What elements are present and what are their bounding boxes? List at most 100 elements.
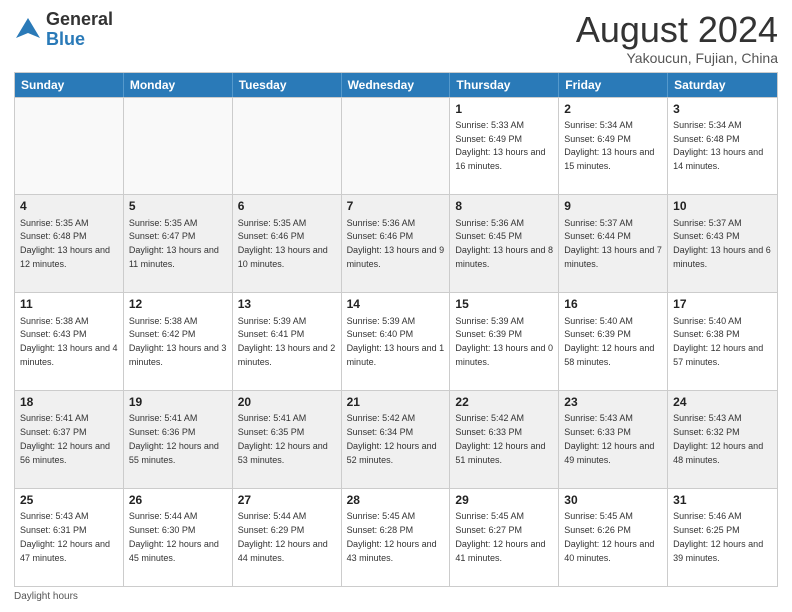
day-number: 25 (20, 492, 118, 508)
day-number: 23 (564, 394, 662, 410)
cal-header-sunday: Sunday (15, 73, 124, 97)
day-number: 11 (20, 296, 118, 312)
day-info: Sunrise: 5:38 AM Sunset: 6:42 PM Dayligh… (129, 316, 227, 367)
cal-header-friday: Friday (559, 73, 668, 97)
logo: General Blue (14, 10, 113, 50)
day-info: Sunrise: 5:36 AM Sunset: 6:46 PM Dayligh… (347, 218, 445, 269)
subtitle: Yakoucun, Fujian, China (576, 50, 778, 66)
day-number: 1 (455, 101, 553, 117)
cal-cell-4-4: 29 Sunrise: 5:45 AM Sunset: 6:27 PM Dayli… (450, 489, 559, 586)
day-info: Sunrise: 5:40 AM Sunset: 6:39 PM Dayligh… (564, 316, 654, 367)
cal-cell-1-5: 9 Sunrise: 5:37 AM Sunset: 6:44 PM Daylig… (559, 195, 668, 292)
cal-cell-4-6: 31Sunrise: 5:46 AM Sunset: 6:25 PM Dayli… (668, 489, 777, 586)
day-info: Sunrise: 5:37 AM Sunset: 6:44 PM Dayligh… (564, 218, 662, 269)
cal-cell-1-3: 7 Sunrise: 5:36 AM Sunset: 6:46 PM Daylig… (342, 195, 451, 292)
day-info: Sunrise: 5:39 AM Sunset: 6:40 PM Dayligh… (347, 316, 445, 367)
day-number: 28 (347, 492, 445, 508)
day-info: Sunrise: 5:39 AM Sunset: 6:39 PM Dayligh… (455, 316, 553, 367)
day-info: Sunrise: 5:36 AM Sunset: 6:45 PM Dayligh… (455, 218, 553, 269)
cal-cell-4-1: 26 Sunrise: 5:44 AM Sunset: 6:30 PM Dayli… (124, 489, 233, 586)
cal-cell-3-5: 23 Sunrise: 5:43 AM Sunset: 6:33 PM Dayli… (559, 391, 668, 488)
cal-cell-4-5: 30 Sunrise: 5:45 AM Sunset: 6:26 PM Dayli… (559, 489, 668, 586)
cal-cell-3-2: 20 Sunrise: 5:41 AM Sunset: 6:35 PM Dayli… (233, 391, 342, 488)
day-info: Sunrise: 5:46 AM Sunset: 6:25 PM Dayligh… (673, 511, 763, 562)
day-info: Sunrise: 5:35 AM Sunset: 6:46 PM Dayligh… (238, 218, 328, 269)
day-info: Sunrise: 5:38 AM Sunset: 6:43 PM Dayligh… (20, 316, 118, 367)
day-number: 13 (238, 296, 336, 312)
cal-cell-4-2: 27Sunrise: 5:44 AM Sunset: 6:29 PM Dayli… (233, 489, 342, 586)
cal-cell-3-0: 18 Sunrise: 5:41 AM Sunset: 6:37 PM Dayli… (15, 391, 124, 488)
day-number: 3 (673, 101, 772, 117)
calendar-header: SundayMondayTuesdayWednesdayThursdayFrid… (15, 73, 777, 97)
day-number: 12 (129, 296, 227, 312)
cal-row-0: 1 Sunrise: 5:33 AM Sunset: 6:49 PM Daylig… (15, 97, 777, 195)
day-info: Sunrise: 5:45 AM Sunset: 6:26 PM Dayligh… (564, 511, 654, 562)
day-info: Sunrise: 5:35 AM Sunset: 6:48 PM Dayligh… (20, 218, 110, 269)
day-number: 21 (347, 394, 445, 410)
day-info: Sunrise: 5:34 AM Sunset: 6:49 PM Dayligh… (564, 120, 654, 171)
day-number: 4 (20, 198, 118, 214)
cal-cell-1-4: 8Sunrise: 5:36 AM Sunset: 6:45 PM Daylig… (450, 195, 559, 292)
cal-cell-4-3: 28 Sunrise: 5:45 AM Sunset: 6:28 PM Dayli… (342, 489, 451, 586)
day-number: 7 (347, 198, 445, 214)
cal-cell-4-0: 25Sunrise: 5:43 AM Sunset: 6:31 PM Dayli… (15, 489, 124, 586)
day-info: Sunrise: 5:45 AM Sunset: 6:27 PM Dayligh… (455, 511, 545, 562)
day-number: 22 (455, 394, 553, 410)
day-number: 24 (673, 394, 772, 410)
calendar: SundayMondayTuesdayWednesdayThursdayFrid… (14, 72, 778, 587)
day-info: Sunrise: 5:45 AM Sunset: 6:28 PM Dayligh… (347, 511, 437, 562)
day-info: Sunrise: 5:43 AM Sunset: 6:33 PM Dayligh… (564, 413, 654, 464)
day-number: 5 (129, 198, 227, 214)
day-info: Sunrise: 5:43 AM Sunset: 6:32 PM Dayligh… (673, 413, 763, 464)
day-info: Sunrise: 5:42 AM Sunset: 6:33 PM Dayligh… (455, 413, 545, 464)
cal-cell-2-1: 12 Sunrise: 5:38 AM Sunset: 6:42 PM Dayli… (124, 293, 233, 390)
cal-cell-3-3: 21 Sunrise: 5:42 AM Sunset: 6:34 PM Dayli… (342, 391, 451, 488)
cal-cell-1-1: 5 Sunrise: 5:35 AM Sunset: 6:47 PM Daylig… (124, 195, 233, 292)
cal-cell-0-4: 1 Sunrise: 5:33 AM Sunset: 6:49 PM Daylig… (450, 98, 559, 195)
day-number: 10 (673, 198, 772, 214)
day-number: 18 (20, 394, 118, 410)
day-number: 30 (564, 492, 662, 508)
day-number: 26 (129, 492, 227, 508)
cal-cell-0-0 (15, 98, 124, 195)
day-info: Sunrise: 5:34 AM Sunset: 6:48 PM Dayligh… (673, 120, 763, 171)
day-info: Sunrise: 5:41 AM Sunset: 6:35 PM Dayligh… (238, 413, 328, 464)
cal-cell-2-5: 16 Sunrise: 5:40 AM Sunset: 6:39 PM Dayli… (559, 293, 668, 390)
cal-cell-2-3: 14 Sunrise: 5:39 AM Sunset: 6:40 PM Dayli… (342, 293, 451, 390)
cal-cell-1-0: 4 Sunrise: 5:35 AM Sunset: 6:48 PM Daylig… (15, 195, 124, 292)
day-info: Sunrise: 5:33 AM Sunset: 6:49 PM Dayligh… (455, 120, 545, 171)
cal-header-thursday: Thursday (450, 73, 559, 97)
day-number: 29 (455, 492, 553, 508)
logo-blue: Blue (46, 30, 113, 50)
day-number: 9 (564, 198, 662, 214)
cal-row-2: 11 Sunrise: 5:38 AM Sunset: 6:43 PM Dayli… (15, 292, 777, 390)
cal-cell-1-6: 10 Sunrise: 5:37 AM Sunset: 6:43 PM Dayli… (668, 195, 777, 292)
cal-cell-0-1 (124, 98, 233, 195)
cal-cell-0-6: 3 Sunrise: 5:34 AM Sunset: 6:48 PM Daylig… (668, 98, 777, 195)
cal-cell-2-0: 11 Sunrise: 5:38 AM Sunset: 6:43 PM Dayli… (15, 293, 124, 390)
day-number: 27 (238, 492, 336, 508)
day-number: 16 (564, 296, 662, 312)
day-number: 14 (347, 296, 445, 312)
logo-general: General (46, 10, 113, 30)
cal-cell-0-2 (233, 98, 342, 195)
logo-text: General Blue (46, 10, 113, 50)
day-info: Sunrise: 5:37 AM Sunset: 6:43 PM Dayligh… (673, 218, 771, 269)
day-number: 20 (238, 394, 336, 410)
cal-cell-2-4: 15Sunrise: 5:39 AM Sunset: 6:39 PM Dayli… (450, 293, 559, 390)
day-info: Sunrise: 5:42 AM Sunset: 6:34 PM Dayligh… (347, 413, 437, 464)
day-number: 17 (673, 296, 772, 312)
calendar-body: 1 Sunrise: 5:33 AM Sunset: 6:49 PM Daylig… (15, 97, 777, 586)
day-info: Sunrise: 5:44 AM Sunset: 6:30 PM Dayligh… (129, 511, 219, 562)
cal-cell-2-2: 13 Sunrise: 5:39 AM Sunset: 6:41 PM Dayli… (233, 293, 342, 390)
day-info: Sunrise: 5:39 AM Sunset: 6:41 PM Dayligh… (238, 316, 336, 367)
cal-cell-3-4: 22 Sunrise: 5:42 AM Sunset: 6:33 PM Dayli… (450, 391, 559, 488)
footer: Daylight hours (14, 591, 778, 602)
cal-cell-2-6: 17Sunrise: 5:40 AM Sunset: 6:38 PM Dayli… (668, 293, 777, 390)
logo-icon (14, 16, 42, 44)
cal-cell-1-2: 6Sunrise: 5:35 AM Sunset: 6:46 PM Daylig… (233, 195, 342, 292)
cal-cell-0-3 (342, 98, 451, 195)
day-info: Sunrise: 5:41 AM Sunset: 6:37 PM Dayligh… (20, 413, 110, 464)
day-info: Sunrise: 5:35 AM Sunset: 6:47 PM Dayligh… (129, 218, 219, 269)
cal-row-1: 4 Sunrise: 5:35 AM Sunset: 6:48 PM Daylig… (15, 194, 777, 292)
